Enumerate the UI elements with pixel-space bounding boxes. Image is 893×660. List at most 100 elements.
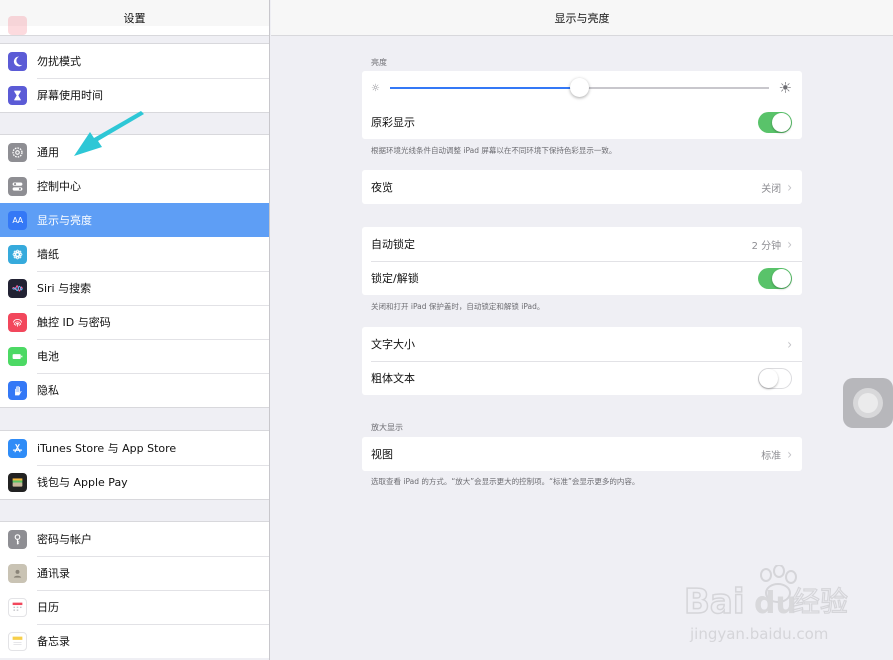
chevron-right-icon: › (787, 445, 792, 463)
toggle-knob (772, 268, 791, 288)
calendar-icon (8, 597, 27, 617)
text-size-icon: AA (8, 210, 27, 230)
zoom-view-row[interactable]: 视图 标准 › (362, 437, 802, 471)
brightness-slider-thumb[interactable] (570, 78, 590, 97)
baidu-watermark: Bai du 经验 jingyan.baidu.com (683, 565, 849, 643)
true-tone-toggle[interactable] (758, 111, 792, 133)
chevron-right-icon: › (787, 235, 792, 253)
moon-icon (8, 51, 27, 71)
settings-sidebar: 设置 勿扰模式 屏幕使用时间 通用 控制中心 AA 显示与亮度 墙纸 Siri … (0, 0, 270, 660)
toggle-knob (759, 368, 778, 388)
text-size-row[interactable]: 文字大小 › (362, 327, 802, 361)
toggles-icon (8, 176, 27, 196)
battery-icon (8, 346, 27, 366)
sidebar-item-label: 通讯录 (37, 567, 70, 580)
zoom-view-value: 标准 (761, 450, 782, 462)
sidebar-item-label: 墙纸 (37, 248, 59, 261)
sidebar-item-label: 隐私 (37, 384, 59, 397)
bold-text-toggle[interactable] (758, 367, 792, 389)
lock-card: 自动锁定 2 分钟 › 锁定/解锁 (362, 227, 802, 295)
notifications-icon (8, 16, 27, 35)
sidebar-group-focus: 勿扰模式 屏幕使用时间 (0, 43, 269, 113)
night-shift-card: 夜览 关闭 › (362, 170, 802, 204)
brightness-slider-fill (389, 87, 580, 89)
sidebar-item-label: 显示与亮度 (37, 214, 92, 227)
night-shift-value: 关闭 (761, 183, 782, 195)
sidebar-item-label: 密码与帐户 (37, 533, 92, 546)
watermark-suffix: 经验 (792, 585, 848, 618)
watermark-brand-du: du (754, 586, 797, 621)
detail-title: 显示与亮度 (271, 0, 893, 36)
night-shift-row[interactable]: 夜览 关闭 › (362, 170, 802, 204)
sidebar-group-apps: 密码与帐户 通讯录 日历 备忘录 (0, 521, 269, 658)
watermark-brand: Bai (684, 582, 745, 622)
sidebar-item-passwords-accounts[interactable]: 密码与帐户 (0, 522, 269, 556)
lock-unlock-label: 锁定/解锁 (371, 272, 419, 285)
sidebar-group-system: 通用 控制中心 AA 显示与亮度 墙纸 Siri 与搜索 触控 ID 与密码 电… (0, 134, 269, 408)
sidebar-item-do-not-disturb[interactable]: 勿扰模式 (0, 44, 269, 78)
sidebar-item-calendar[interactable]: 日历 (0, 590, 269, 624)
siri-icon (8, 278, 27, 298)
sidebar-item-privacy[interactable]: 隐私 (0, 373, 269, 407)
annotation-arrow (74, 111, 144, 156)
notes-icon (8, 631, 27, 651)
bold-text-label: 粗体文本 (371, 372, 415, 385)
sidebar-item-siri-search[interactable]: Siri 与搜索 (0, 271, 269, 305)
sidebar-item-label: 钱包与 Apple Pay (37, 476, 128, 489)
chevron-right-icon: › (787, 178, 792, 196)
true-tone-row: 原彩显示 (362, 105, 802, 139)
auto-lock-value: 2 分钟 (751, 240, 782, 252)
sidebar-item-label: 日历 (37, 601, 59, 614)
sidebar-item-touch-id-passcode[interactable]: 触控 ID 与密码 (0, 305, 269, 339)
sidebar-item-notes[interactable]: 备忘录 (0, 624, 269, 658)
true-tone-label: 原彩显示 (371, 116, 415, 129)
detail-title-text: 显示与亮度 (554, 11, 610, 25)
brightness-section-footer: 根据环境光线条件自动调整 iPad 屏幕以在不同环境下保持色彩显示一致。 (371, 146, 617, 155)
sidebar-item-label: iTunes Store 与 App Store (37, 442, 177, 455)
assistive-touch-button[interactable] (843, 378, 893, 428)
sidebar-item-wallpaper[interactable]: 墙纸 (0, 237, 269, 271)
sidebar-item-label: 勿扰模式 (37, 55, 81, 68)
sun-small-icon: ☼ (371, 82, 380, 94)
contacts-icon (8, 563, 27, 583)
hourglass-icon (8, 85, 27, 105)
scrolled-item-stub (0, 16, 269, 35)
toggle-knob (772, 112, 791, 132)
detail-pane: 显示与亮度 亮度 ☼ ☀ 原彩显示 根据环境光线条件自动调整 iPad 屏幕以在… (271, 0, 893, 660)
lock-unlock-toggle[interactable] (758, 267, 792, 289)
sidebar-item-battery[interactable]: 电池 (0, 339, 269, 373)
sidebar-item-contacts[interactable]: 通讯录 (0, 556, 269, 590)
sidebar-item-itunes-app-store[interactable]: iTunes Store 与 App Store (0, 431, 269, 465)
sidebar-item-label: 屏幕使用时间 (37, 89, 103, 102)
brightness-slider-row: ☼ ☀ (362, 71, 802, 105)
sidebar-item-wallet-apple-pay[interactable]: 钱包与 Apple Pay (0, 465, 269, 499)
bold-text-row: 粗体文本 (362, 361, 802, 395)
app-store-icon (8, 438, 27, 458)
sidebar-title-text: 设置 (123, 11, 146, 25)
sidebar-item-label: Siri 与搜索 (37, 282, 92, 295)
sidebar-item-label: 控制中心 (37, 180, 81, 193)
brightness-slider[interactable] (389, 78, 769, 97)
key-icon (8, 529, 27, 549)
zoom-view-label: 视图 (371, 448, 393, 461)
brightness-section-header: 亮度 (371, 58, 387, 67)
auto-lock-row[interactable]: 自动锁定 2 分钟 › (362, 227, 802, 261)
lock-unlock-row: 锁定/解锁 (362, 261, 802, 295)
assistive-touch-core (858, 393, 878, 413)
lock-section-footer: 关闭和打开 iPad 保护盖时，自动锁定和解锁 iPad。 (371, 302, 545, 311)
sidebar-item-control-center[interactable]: 控制中心 (0, 169, 269, 203)
night-shift-label: 夜览 (371, 181, 393, 194)
sidebar-item-screen-time[interactable]: 屏幕使用时间 (0, 78, 269, 112)
gear-icon (8, 142, 27, 162)
zoom-card: 视图 标准 › (362, 437, 802, 471)
brightness-card: ☼ ☀ 原彩显示 (362, 71, 802, 139)
sidebar-item-label: 触控 ID 与密码 (37, 316, 111, 329)
auto-lock-label: 自动锁定 (371, 238, 415, 251)
watermark-url: jingyan.baidu.com (689, 625, 828, 643)
sidebar-item-display-brightness[interactable]: AA 显示与亮度 (0, 203, 269, 237)
text-card: 文字大小 › 粗体文本 (362, 327, 802, 395)
sun-large-icon: ☀ (778, 79, 792, 97)
sidebar-item-label: 备忘录 (37, 635, 70, 648)
assistive-touch-ring (853, 388, 883, 418)
flower-icon (8, 244, 27, 264)
